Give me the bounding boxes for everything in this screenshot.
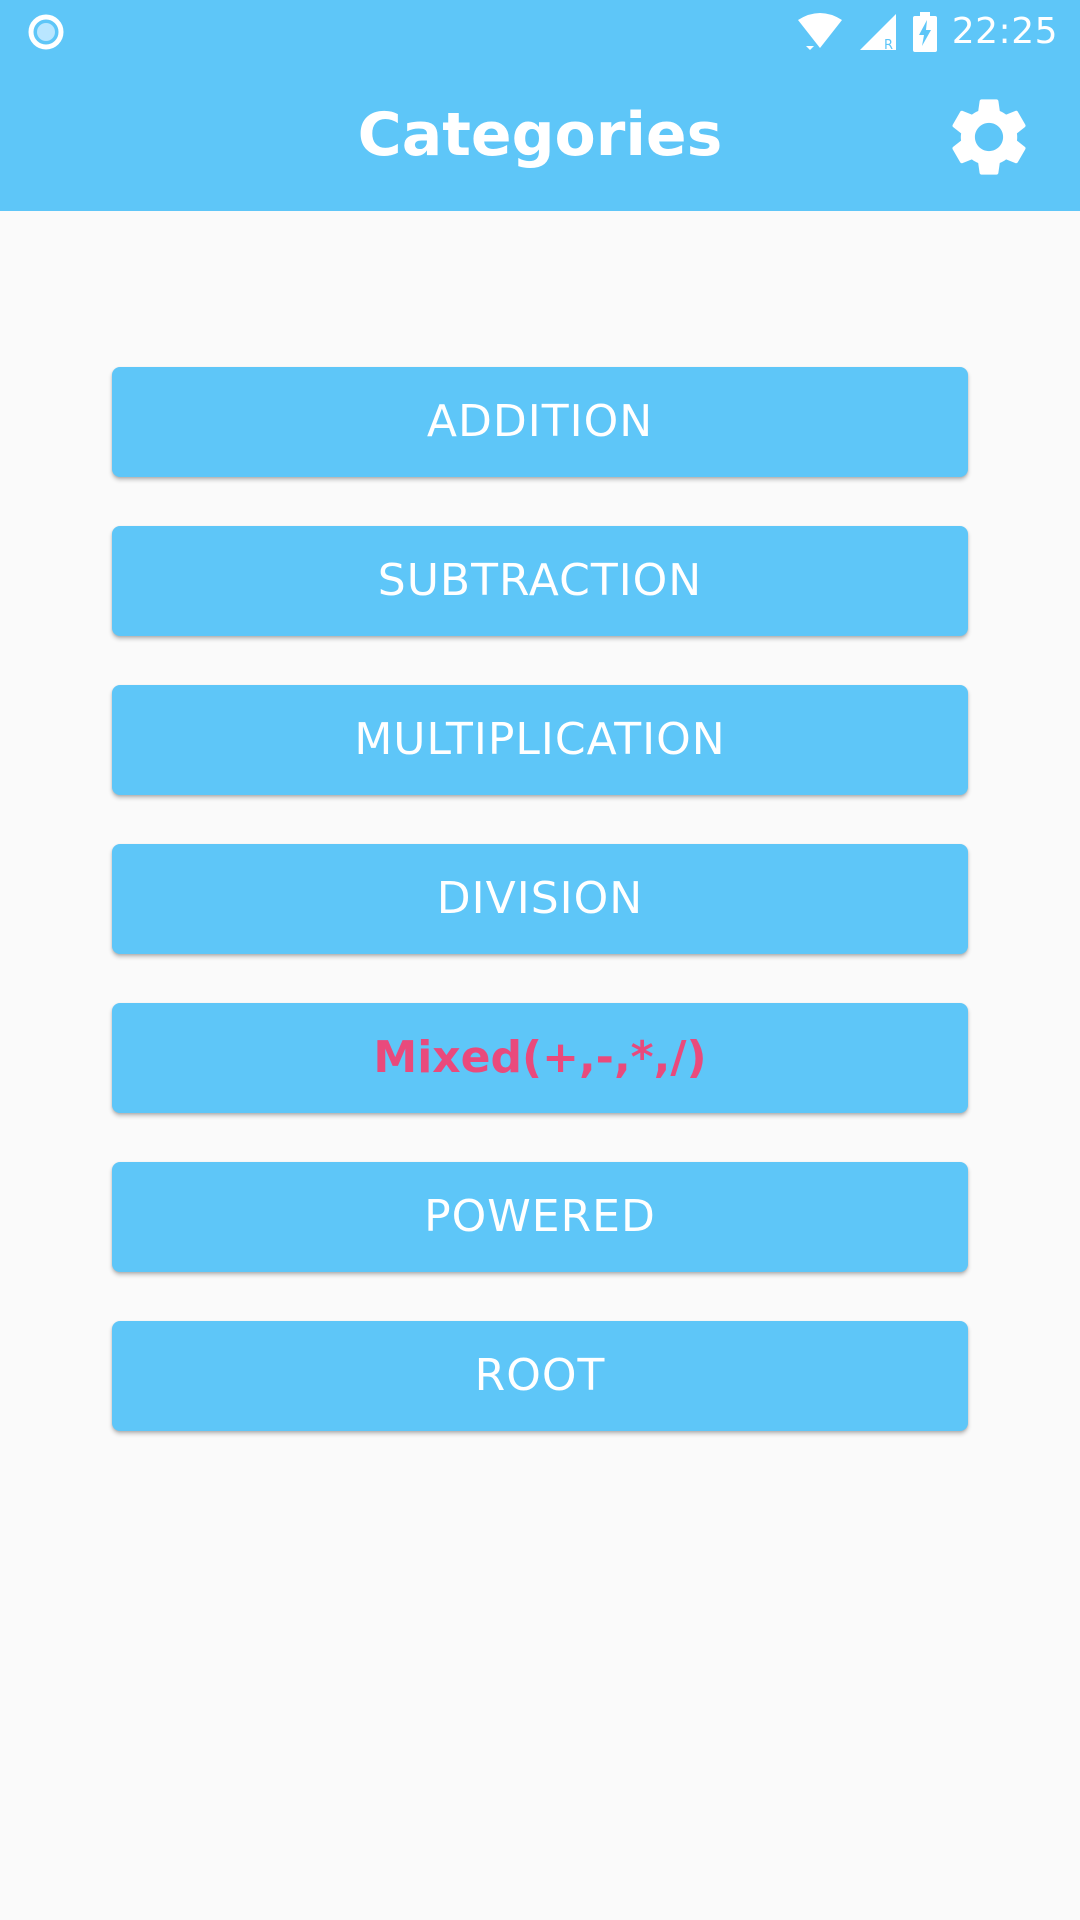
settings-button[interactable]	[942, 90, 1036, 184]
page-title: Categories	[357, 100, 723, 170]
status-icons: R 22:25	[796, 0, 1058, 64]
category-multiplication-button[interactable]: MULTIPLICATION	[112, 685, 968, 795]
notification-circle-icon	[28, 14, 64, 50]
status-time: 22:25	[951, 11, 1058, 52]
screen: R 22:25 Categories ADDITION SUBTRACTION …	[0, 0, 1080, 1920]
gear-icon	[952, 99, 1026, 175]
category-mixed-button[interactable]: Mixed(+,-,*,/)	[112, 1003, 968, 1113]
category-list: ADDITION SUBTRACTION MULTIPLICATION DIVI…	[112, 367, 968, 1480]
app-bar: Categories	[0, 64, 1080, 211]
category-division-button[interactable]: DIVISION	[112, 844, 968, 954]
category-powered-button[interactable]: POWERED	[112, 1162, 968, 1272]
category-subtraction-button[interactable]: SUBTRACTION	[112, 526, 968, 636]
category-root-button[interactable]: ROOT	[112, 1321, 968, 1431]
cell-signal-icon: R	[859, 14, 896, 52]
battery-charging-icon	[912, 12, 937, 52]
category-addition-button[interactable]: ADDITION	[112, 367, 968, 477]
wifi-icon	[797, 13, 842, 50]
svg-text:R: R	[884, 38, 893, 52]
content-area: ADDITION SUBTRACTION MULTIPLICATION DIVI…	[0, 211, 1080, 1920]
status-bar: R 22:25	[0, 0, 1080, 64]
